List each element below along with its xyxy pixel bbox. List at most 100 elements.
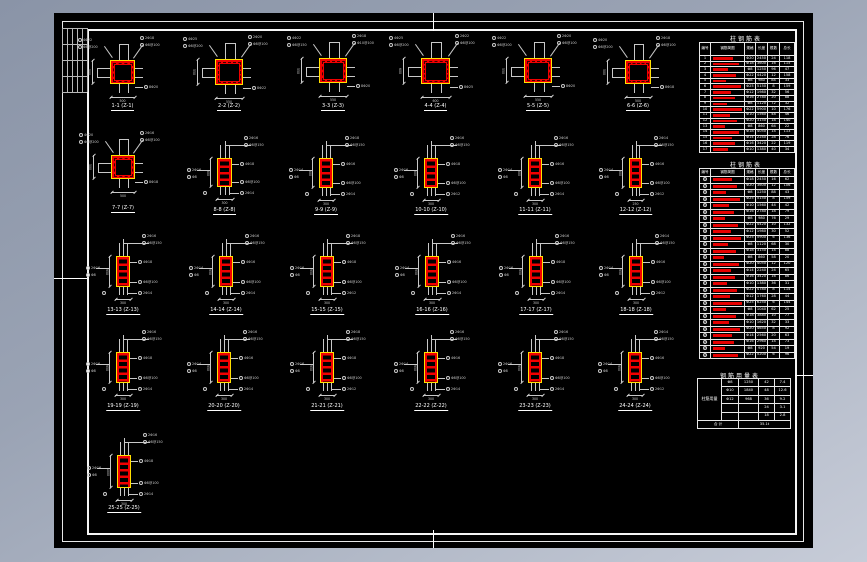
rebar-mark-circle bbox=[187, 369, 191, 374]
rebar-stub-line bbox=[127, 243, 128, 256]
rebar-callout-text: 2Φ16 bbox=[91, 266, 101, 271]
rebar-callout: 2Φ16 bbox=[245, 234, 259, 238]
rebar-callout-text: Φ8@150 bbox=[660, 241, 675, 245]
dim-tick bbox=[641, 393, 645, 397]
dim-tick bbox=[241, 96, 245, 100]
rebar-callout: 2Φ16 bbox=[555, 234, 569, 238]
dim-text: 950 bbox=[208, 268, 212, 275]
rebar-callout-text: 2Φ16 bbox=[399, 167, 409, 172]
bar-shape-sketch bbox=[713, 282, 727, 286]
cell-value: 42 bbox=[758, 377, 775, 388]
rebar-mark-circle bbox=[593, 45, 597, 49]
rebar-stub-line bbox=[322, 188, 323, 196]
rebar-stub-line bbox=[431, 141, 432, 158]
column-stub-line bbox=[328, 42, 330, 58]
rebar-mark-circle bbox=[551, 260, 555, 264]
section-core bbox=[219, 63, 239, 81]
table-row: 28 Φ22 5200 6 96 bbox=[699, 351, 795, 359]
rebar-stub-line bbox=[540, 243, 541, 256]
dim-text: 900 bbox=[517, 169, 521, 177]
rebar-mark-circle bbox=[248, 35, 252, 39]
rebar-callout: 8Φ20 bbox=[144, 85, 158, 89]
rebar-callout: 2Φ20 bbox=[557, 34, 571, 38]
rebar-callout-text: 2Φ14 bbox=[660, 234, 670, 238]
rebar-callout-text: Φ8@100 bbox=[346, 181, 361, 185]
rebar-callout-text: 4Φ16 bbox=[655, 162, 665, 166]
leader-line bbox=[128, 293, 137, 294]
dim-tick bbox=[642, 297, 646, 301]
frame-inner-top bbox=[87, 29, 795, 31]
bar-number-circle: 20 bbox=[703, 300, 708, 305]
leader-line bbox=[233, 262, 240, 263]
rebar-callout-text: Φ8@100 bbox=[244, 376, 259, 380]
leader-line bbox=[347, 86, 355, 87]
leader-line bbox=[232, 182, 239, 183]
rebar-callout-text: 2Φ16 bbox=[192, 167, 202, 172]
column-stub-line bbox=[119, 179, 121, 188]
rebar-callout-text: 2Φ16 bbox=[295, 362, 305, 367]
rebar-stub-line bbox=[435, 188, 436, 196]
rebar-stub-line bbox=[220, 145, 221, 158]
leader-line bbox=[208, 45, 218, 57]
leader-line bbox=[642, 183, 649, 184]
rebar-callout: Φ8@150 bbox=[142, 337, 162, 341]
rebar-callout-text: 4Φ16 bbox=[656, 260, 666, 264]
leader-line bbox=[540, 194, 549, 195]
rebar-callout: 4Φ18 bbox=[342, 260, 356, 264]
column-stub-line bbox=[127, 139, 129, 155]
rebar-mark-circle bbox=[143, 440, 147, 444]
bar-number-circle: 27 bbox=[703, 346, 708, 351]
table-row: 柱筋用量 Φ8 1250 42 7.4 bbox=[697, 377, 791, 421]
rebar-callout-text: 2Φ16 bbox=[559, 330, 569, 334]
section-core bbox=[114, 64, 131, 80]
leader-line bbox=[640, 389, 649, 390]
rebar-stub-line bbox=[323, 287, 324, 295]
rebar-callout-text: Φ8@100 bbox=[347, 376, 362, 380]
column-stub-line bbox=[643, 84, 644, 93]
rebar-callout-text: 4Φ16 bbox=[555, 162, 565, 166]
rebar-stub-line bbox=[431, 383, 432, 391]
rebar-mark-circle bbox=[138, 376, 142, 380]
bar-shape-sketch bbox=[713, 79, 726, 83]
rebar-mark-circle bbox=[240, 162, 244, 166]
column-section-tall bbox=[116, 256, 130, 287]
rebar-callout-text: Φ8@150 bbox=[455, 337, 470, 341]
rebar-mark-circle bbox=[290, 273, 294, 278]
rebar-stub-line bbox=[222, 287, 223, 295]
rebar-stub-line bbox=[128, 442, 129, 455]
rebar-callout-text: Φ8@150 bbox=[659, 143, 674, 147]
rebar-callout-text: 4Φ20 bbox=[84, 133, 94, 137]
col-header: 规格 bbox=[744, 42, 756, 56]
column-section-tall bbox=[320, 352, 334, 383]
rebar-callout: 2Φ16 bbox=[451, 234, 465, 238]
column-stub-line bbox=[234, 43, 236, 59]
rebar-callout: 2Φ14 bbox=[446, 387, 460, 391]
rebar-callout: 2Φ14 bbox=[289, 167, 303, 172]
rebar-stub-line bbox=[427, 145, 428, 158]
column-stub-line bbox=[328, 42, 339, 43]
dim-text: 600 bbox=[432, 98, 439, 103]
cell-value bbox=[721, 411, 739, 421]
column-stub-line bbox=[118, 44, 120, 60]
rebar-stub-line bbox=[230, 287, 231, 295]
rebar-stub-line bbox=[427, 339, 428, 352]
column-stub-line bbox=[612, 68, 613, 77]
dim-text: 600 bbox=[398, 67, 402, 75]
rebar-mark-circle bbox=[450, 330, 454, 334]
rebar-mark-circle bbox=[102, 291, 106, 295]
rebar-callout: Φ8@100 bbox=[240, 180, 260, 184]
rebar-mark-circle bbox=[87, 472, 91, 477]
dim-text: 950 bbox=[309, 364, 313, 371]
rebar-stub-line bbox=[119, 339, 120, 352]
leader-line bbox=[334, 358, 341, 359]
column-stub-line bbox=[243, 77, 251, 78]
rebar-mark-circle bbox=[450, 143, 454, 147]
rebar-stub-line bbox=[640, 243, 641, 256]
rebar-callout-text: Φ8@100 bbox=[347, 280, 362, 284]
section-label: 24-24 (Z-24) bbox=[618, 403, 652, 411]
summary-total-label: 合 计 bbox=[697, 419, 739, 429]
rebar-callout: 4Φ22 bbox=[78, 38, 92, 42]
rebar-callout: 2Φ14 bbox=[241, 291, 255, 295]
leader-line bbox=[641, 293, 650, 294]
rebar-mark-circle bbox=[394, 174, 398, 179]
